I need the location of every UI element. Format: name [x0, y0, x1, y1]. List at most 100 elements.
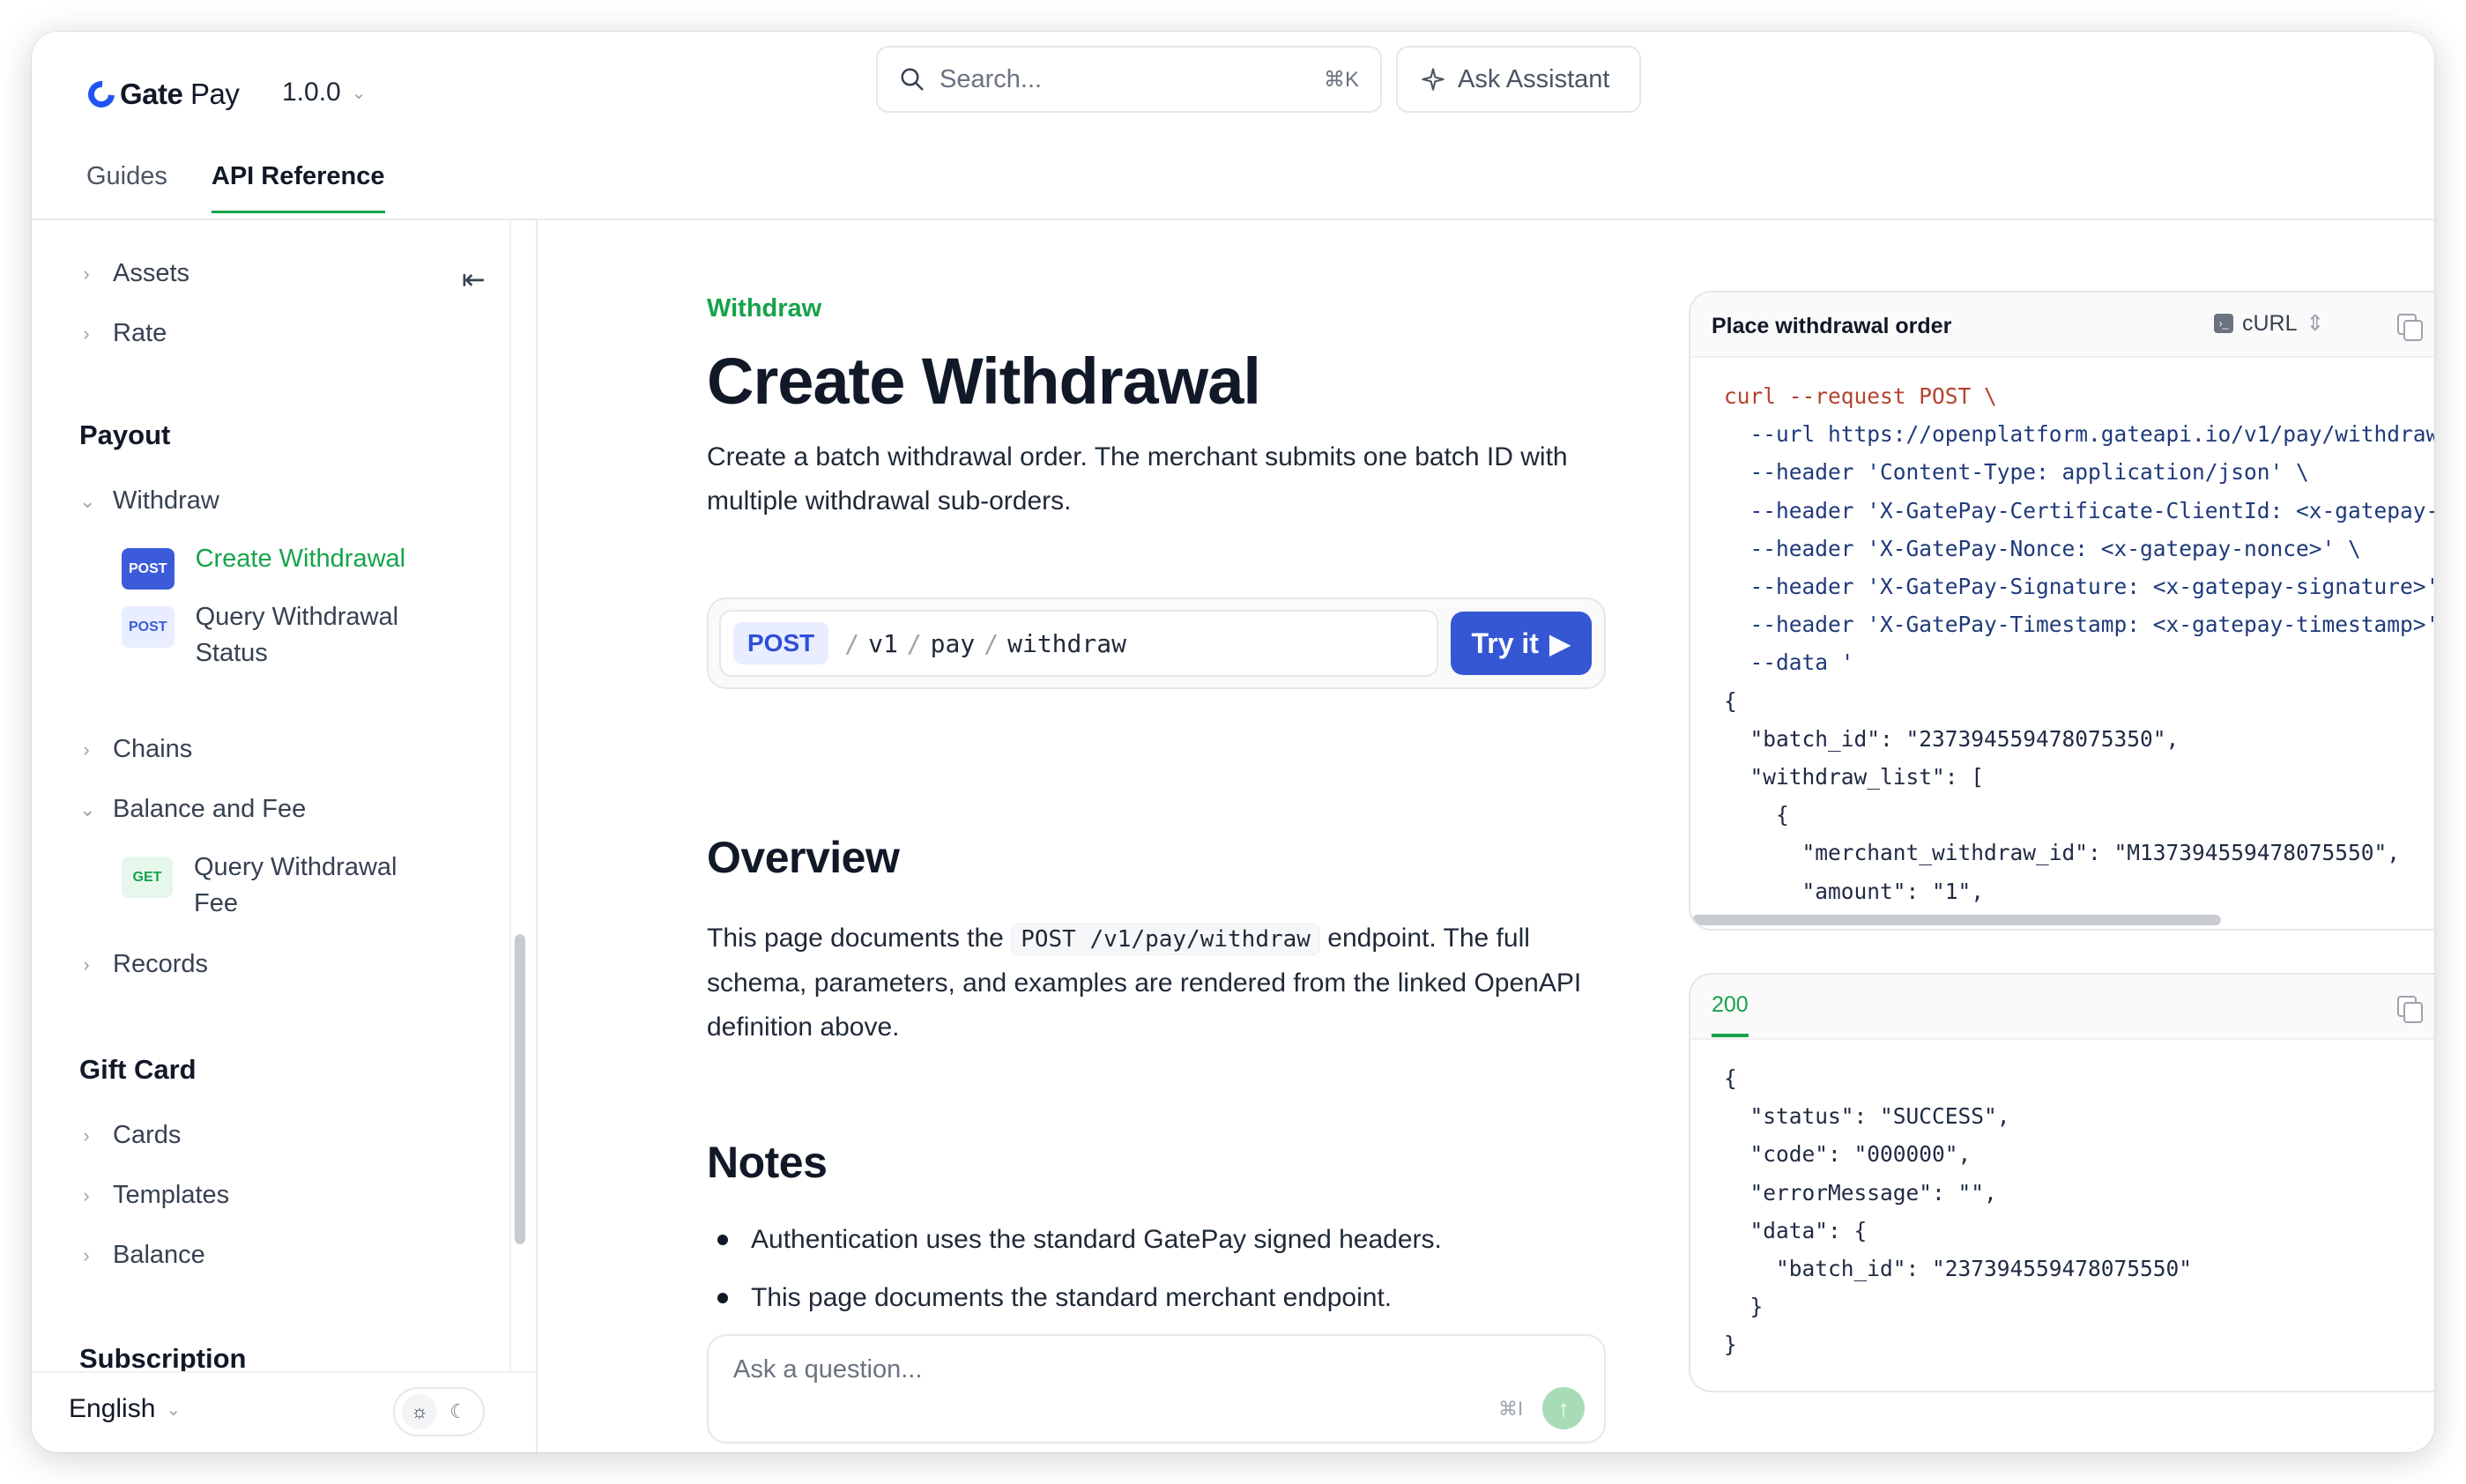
endpoint-path-field[interactable]: POST / v1 /pay / withdraw [719, 610, 1438, 677]
code-line: --header 'X-GatePay-Timestamp: <x-gatepa… [1724, 612, 2435, 638]
language-selector[interactable]: English ⌄ [69, 1394, 181, 1424]
language-label: English [69, 1394, 156, 1423]
top-tabs: Guides API Reference [86, 162, 385, 213]
search-shortcut: ⌘K [1323, 67, 1359, 92]
page-description: Create a batch withdrawal order. The mer… [707, 442, 1568, 516]
overview-heading: Overview [707, 833, 900, 882]
tab-guides[interactable]: Guides [86, 162, 167, 213]
logo-suffix: Pay [190, 78, 240, 110]
list-item: Authentication uses the standard GatePay… [707, 1225, 1442, 1255]
play-icon: ▶ [1549, 627, 1571, 659]
code-line: "status": "SUCCESS", [1724, 1103, 2010, 1130]
response-code-panel: 200 ✧ { "status": "SUCCESS", "code": "00… [1689, 973, 2434, 1392]
ask-question-input[interactable]: Ask a question... ⌘I ↑ [707, 1334, 1606, 1443]
bullet-dot [717, 1235, 728, 1245]
sidebar-item-label: Cards [113, 1121, 182, 1149]
sidebar-scrollbar[interactable] [515, 934, 525, 1244]
request-code-panel: Place withdrawal order ›_ cURL ⇕ ✧ curl … [1689, 291, 2434, 931]
sidebar-item-balance[interactable]: › Balance [79, 1241, 205, 1270]
send-arrow-icon[interactable]: ↑ [1542, 1387, 1585, 1429]
sidebar-item-balance-and-fee[interactable]: ⌄ Balance and Fee [79, 795, 306, 824]
sidebar-item-create-withdrawal[interactable]: POST Create Withdrawal [122, 541, 405, 590]
sidebar-item-records[interactable]: › Records [79, 950, 208, 979]
ask-assistant-button[interactable]: Ask Assistant [1396, 46, 1641, 113]
code-line: } [1724, 1332, 1737, 1358]
chevron-down-icon: ⌄ [351, 83, 367, 103]
code-line: { [1724, 802, 1789, 828]
method-badge: POST [122, 548, 175, 590]
sidebar-item-assets[interactable]: › Assets [79, 259, 189, 288]
code-line: "merchant_withdraw_id": "M13739455947807… [1724, 840, 2401, 866]
logo-text: Gate [120, 78, 183, 110]
sun-icon[interactable]: ☼ [402, 1394, 437, 1429]
sidebar-nav[interactable]: ⇤ › Assets › Rate Payout ⌄ Withdraw POST… [32, 220, 511, 1371]
gatepay-logo[interactable]: Gate Pay [82, 75, 240, 114]
sidebar-item-label: Templates [113, 1181, 230, 1209]
try-it-label: Try it [1471, 627, 1539, 659]
code-line: --header 'X-GatePay-Signature: <x-gatepa… [1724, 574, 2435, 600]
sidebar: ⇤ › Assets › Rate Payout ⌄ Withdraw POST… [32, 220, 538, 1452]
tab-api-reference[interactable]: API Reference [211, 162, 385, 213]
chevron-updown-icon: ⇕ [2306, 311, 2325, 336]
status-code-tab[interactable]: 200 [1712, 992, 1749, 1037]
request-code-block: curl --request POST \ --url https://open… [1690, 358, 2435, 929]
code-horizontal-scrollbar[interactable] [1692, 915, 2221, 925]
sidebar-item-label: Create Withdrawal [195, 545, 406, 573]
code-line: "batch_id": "237394559478075550" [1724, 1256, 2193, 1282]
moon-icon[interactable]: ☾ [441, 1394, 476, 1429]
code-line: --header 'Content-Type: application/json… [1724, 459, 2309, 486]
sidebar-section-gift-card: Gift Card [79, 1054, 197, 1085]
sidebar-footer: English ⌄ ☼ ☾ [32, 1371, 536, 1452]
sidebar-item-query-withdrawal-fee[interactable]: GET Query Withdrawal Fee [122, 850, 423, 922]
list-item: This page documents the standard merchan… [707, 1283, 1392, 1313]
code-line: { [1724, 1065, 1737, 1091]
terminal-icon: ›_ [2214, 314, 2233, 333]
copy-icon[interactable] [2397, 314, 2423, 341]
sidebar-item-templates[interactable]: › Templates [79, 1181, 229, 1210]
sidebar-item-query-withdrawal-status[interactable]: POST Query Withdrawal Status [122, 599, 425, 672]
code-language-selector[interactable]: ›_ cURL ⇕ [2214, 310, 2324, 337]
page-title: Create Withdrawal [707, 345, 1261, 418]
sidebar-item-label: Rate [113, 319, 167, 347]
sidebar-item-label: Withdraw [113, 486, 219, 515]
code-line: --header 'X-GatePay-Nonce: <x-gatepay-no… [1724, 535, 2361, 561]
path-segment: pay [930, 628, 976, 658]
top-header: Gate Pay 1.0.0 ⌄ Search... ⌘K Ask Assist… [32, 32, 2434, 220]
endpoint-bar: POST / v1 /pay / withdraw Try it ▶ [707, 597, 1606, 689]
code-line: } [1724, 1294, 1764, 1320]
app-window: Gate Pay 1.0.0 ⌄ Search... ⌘K Ask Assist… [32, 32, 2434, 1452]
request-panel-title: Place withdrawal order [1712, 314, 1952, 338]
sidebar-item-withdraw[interactable]: ⌄ Withdraw [79, 486, 219, 516]
sidebar-item-label: Query Withdrawal Fee [194, 853, 397, 917]
version-selector[interactable]: 1.0.0 ⌄ [282, 78, 367, 108]
overview-text: This page documents the [707, 924, 1004, 953]
ask-shortcut: ⌘I [1498, 1398, 1524, 1420]
sidebar-item-rate[interactable]: › Rate [79, 319, 167, 348]
code-line: --header 'X-GatePay-Certificate-ClientId… [1724, 497, 2435, 523]
code-line: "code": "000000", [1724, 1141, 1972, 1168]
version-label: 1.0.0 [282, 78, 341, 107]
theme-toggle[interactable]: ☼ ☾ [393, 1387, 485, 1436]
sidebar-section-subscription: Subscription [79, 1343, 247, 1371]
inline-code: POST /v1/pay/withdraw [1011, 924, 1320, 955]
search-input[interactable]: Search... ⌘K [876, 46, 1382, 113]
ask-assistant-label: Ask Assistant [1458, 64, 1610, 93]
sidebar-item-chains[interactable]: › Chains [79, 735, 192, 764]
sidebar-item-label: Query Withdrawal Status [195, 603, 399, 667]
collapse-sidebar-icon[interactable]: ⇤ [462, 263, 486, 296]
response-code-block: { "status": "SUCCESS", "code": "000000",… [1690, 1040, 2434, 1384]
gate-logo-icon [82, 75, 121, 114]
search-placeholder: Search... [940, 64, 1043, 93]
sidebar-item-label: Balance [113, 1241, 205, 1269]
sparkle-icon [1422, 68, 1445, 91]
bullet-dot [717, 1293, 728, 1303]
code-line: "data": { [1724, 1217, 1868, 1243]
copy-icon[interactable] [2397, 996, 2423, 1023]
sidebar-item-cards[interactable]: › Cards [79, 1121, 181, 1150]
try-it-button[interactable]: Try it ▶ [1451, 612, 1592, 675]
sidebar-item-label: Balance and Fee [113, 795, 307, 823]
code-line: --data ' [1724, 649, 1854, 676]
code-language-label: cURL [2242, 310, 2298, 336]
overview-paragraph: This page documents the POST /v1/pay/wit… [707, 916, 1606, 1050]
search-icon [901, 68, 924, 91]
